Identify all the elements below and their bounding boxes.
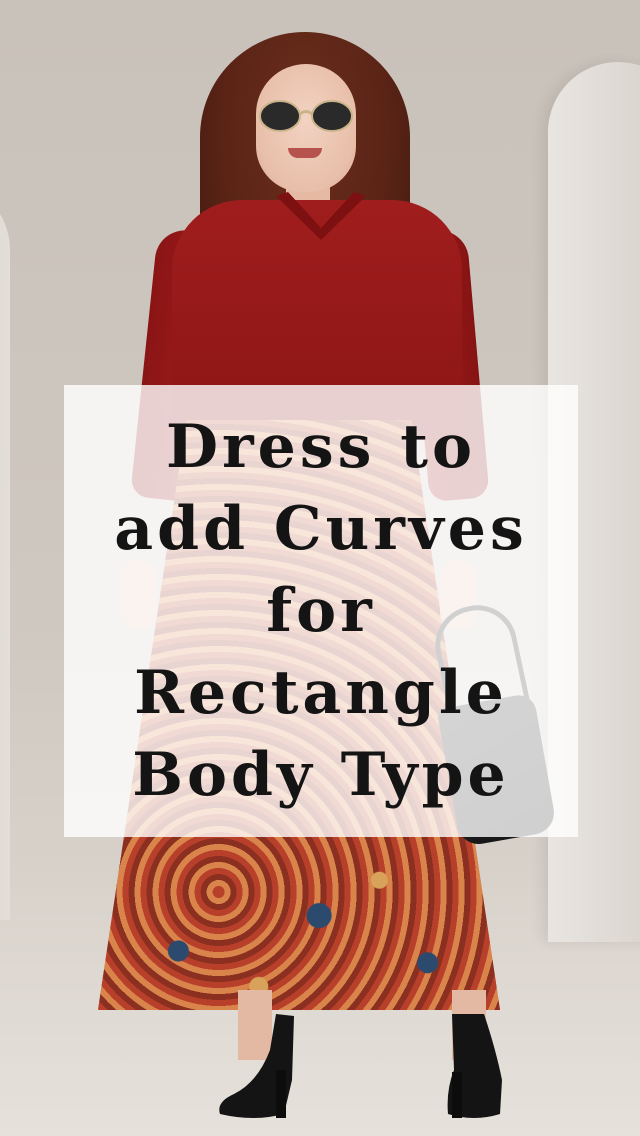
caption-line-5: Body Type — [132, 740, 510, 810]
caption-line-3: for — [266, 576, 376, 646]
model-lips — [288, 148, 322, 158]
story-frame: Dress to add Curves for Rectangle Body T… — [0, 0, 640, 1136]
caption-line-1: Dress to — [166, 412, 476, 482]
caption-line-2: add Curves — [114, 494, 528, 564]
caption-line-4: Rectangle — [134, 658, 508, 728]
caption-card: Dress to add Curves for Rectangle Body T… — [64, 385, 578, 837]
shirt-collar — [276, 192, 366, 240]
sunglasses-icon — [259, 100, 353, 132]
left-heel-shoe-icon — [219, 1014, 294, 1118]
right-heel-shoe-icon — [447, 1014, 502, 1118]
